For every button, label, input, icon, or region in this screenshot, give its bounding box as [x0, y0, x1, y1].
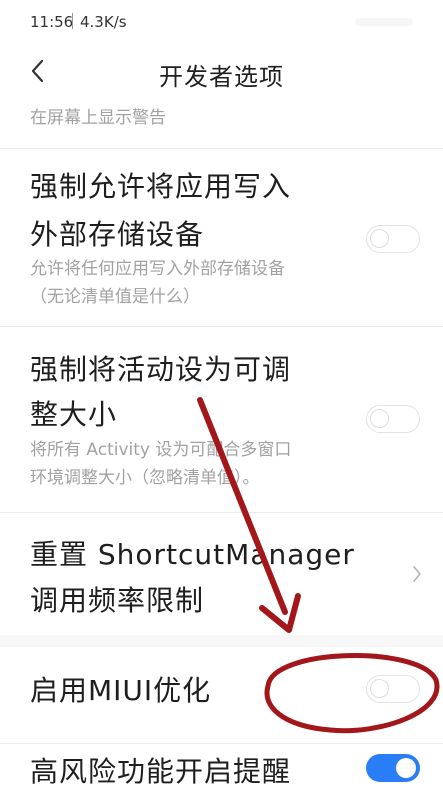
battery-icon [355, 18, 413, 26]
toggle-switch[interactable] [366, 225, 420, 253]
setting-desc-line-2: （无论清单值是什么） [30, 287, 200, 307]
status-time: 11:56 [30, 13, 74, 31]
setting-title-line-2: 整大小 [30, 398, 118, 431]
toggle-switch[interactable] [366, 405, 420, 433]
setting-desc-line-1: 将所有 Activity 设为可配合多窗口 [30, 440, 292, 460]
partial-setting-item[interactable]: 在屏幕上显示警告 [0, 104, 443, 148]
toggle-knob [370, 679, 389, 698]
setting-title: 高风险功能开启提醒 [30, 755, 292, 788]
setting-reset-shortcutmanager[interactable]: 重置 ShortcutManager 调用频率限制 [0, 513, 443, 635]
setting-desc-line-1: 允许将任何应用写入外部存储设备 [30, 259, 285, 279]
toggle-knob [396, 758, 416, 778]
title-bar: 开发者选项 [0, 40, 443, 104]
toggle-knob [370, 229, 389, 248]
setting-title-line-1: 强制将活动设为可调 [30, 353, 292, 386]
setting-description: 在屏幕上显示警告 [30, 108, 166, 128]
setting-force-external-storage[interactable]: 强制允许将应用写入 外部存储设备 允许将任何应用写入外部存储设备 （无论清单值是… [0, 149, 443, 326]
status-separator [72, 13, 73, 29]
status-net-speed: 4.3K/s [80, 13, 127, 31]
setting-title-line-1: 强制允许将应用写入 [30, 170, 292, 203]
status-bar: 11:56 4.3K/s [0, 0, 443, 40]
setting-title: 启用MIUI优化 [30, 674, 212, 707]
section-gap [0, 635, 443, 647]
toggle-knob [370, 409, 389, 428]
setting-enable-miui-optimization[interactable]: 启用MIUI优化 [0, 647, 443, 743]
setting-force-resizable-activities[interactable]: 强制将活动设为可调 整大小 将所有 Activity 设为可配合多窗口 环境调整… [0, 327, 443, 512]
page-title: 开发者选项 [159, 63, 284, 91]
setting-high-risk-reminder[interactable]: 高风险功能开启提醒 [0, 744, 443, 804]
setting-title-line-1: 重置 ShortcutManager [30, 538, 355, 571]
setting-desc-line-2: 环境调整大小（忽略清单值）。 [30, 468, 260, 488]
setting-title-line-2: 调用频率限制 [30, 584, 205, 617]
chevron-right-icon [413, 566, 421, 582]
toggle-switch[interactable] [366, 675, 420, 703]
setting-title-line-2: 外部存储设备 [30, 218, 205, 251]
toggle-switch[interactable] [366, 754, 420, 782]
